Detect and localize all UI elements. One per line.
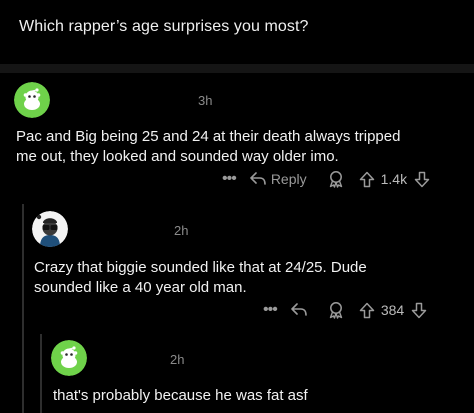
award-icon (329, 302, 343, 319)
upvote-button[interactable] (359, 171, 375, 188)
comment-body: that's probably because he was fat asf (53, 386, 308, 406)
comment-line: me out, they looked and sounded way olde… (16, 148, 339, 165)
thread-line-level-1[interactable] (22, 204, 24, 413)
downvote-arrow-icon (414, 171, 430, 187)
comment-body: Pac and Big being 25 and 24 at their dea… (16, 127, 400, 167)
thread-line-level-2[interactable] (40, 334, 42, 413)
upvote-button[interactable] (359, 302, 375, 319)
more-options-button[interactable]: ••• (222, 170, 237, 188)
downvote-button[interactable] (411, 302, 427, 319)
award-button[interactable] (327, 301, 345, 319)
downvote-arrow-icon (411, 302, 427, 318)
upvote-arrow-icon (359, 302, 375, 318)
reply-button[interactable] (291, 303, 307, 317)
comment-avatar[interactable] (14, 82, 50, 118)
section-divider (0, 64, 474, 73)
reply-button[interactable]: Reply (250, 171, 307, 187)
comment-action-bar: ••• Reply 1.4k (222, 170, 430, 188)
comment-action-bar: ••• 384 (263, 301, 427, 319)
reply-arrow-icon (250, 172, 266, 185)
downvote-button[interactable] (414, 171, 430, 188)
award-icon (329, 171, 342, 188)
vote-score: 384 (380, 302, 405, 318)
comment-body: Crazy that biggie sounded like that at 2… (34, 258, 367, 298)
comment-avatar[interactable] (51, 340, 87, 376)
reply-label: Reply (270, 171, 307, 187)
comment-line: Pac and Big being 25 and 24 at their dea… (16, 128, 401, 145)
custom-avatar-icon (32, 211, 68, 247)
upvote-arrow-icon (359, 171, 374, 187)
award-button[interactable] (327, 170, 345, 188)
comment-line: that's probably because he was fat asf (53, 387, 308, 404)
post-title: Which rapper’s age surprises you most? (19, 18, 309, 35)
comment-timestamp: 2h (170, 352, 185, 367)
comment-line: Crazy that biggie sounded like that at 2… (34, 259, 367, 276)
more-options-button[interactable]: ••• (263, 301, 278, 319)
comment-timestamp: 3h (198, 93, 213, 108)
snoo-avatar-icon (14, 82, 50, 118)
vote-score: 1.4k (380, 171, 408, 187)
comment-line: sounded like a 40 year old man. (34, 279, 247, 296)
reply-arrow-icon (291, 303, 307, 316)
comment-timestamp: 2h (174, 223, 189, 238)
snoo-avatar-icon (51, 340, 87, 376)
comment-avatar[interactable] (32, 211, 68, 247)
